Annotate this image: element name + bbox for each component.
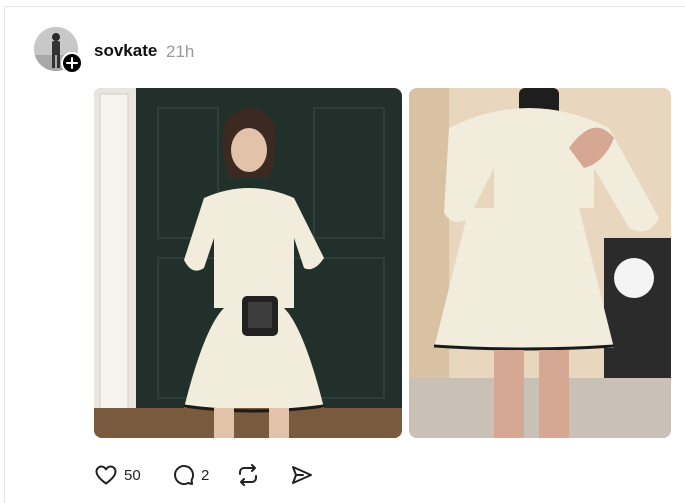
post-timestamp[interactable]: 21h: [166, 42, 194, 62]
comment-button[interactable]: 2: [171, 462, 209, 488]
follow-button[interactable]: [61, 52, 83, 74]
comment-count: 2: [201, 466, 210, 484]
plus-icon: [66, 57, 78, 69]
heart-icon: [95, 465, 117, 485]
like-button[interactable]: 50: [94, 462, 141, 488]
repost-button[interactable]: [236, 462, 260, 488]
post-photo-2[interactable]: [409, 88, 671, 438]
comment-bubble-icon: [174, 465, 195, 485]
post-photo-1[interactable]: [94, 88, 402, 438]
username[interactable]: sovkate: [94, 41, 157, 61]
share-button[interactable]: [290, 462, 314, 488]
repost-icon: [239, 464, 257, 486]
share-send-icon: [292, 466, 312, 484]
like-count: 50: [124, 466, 141, 484]
